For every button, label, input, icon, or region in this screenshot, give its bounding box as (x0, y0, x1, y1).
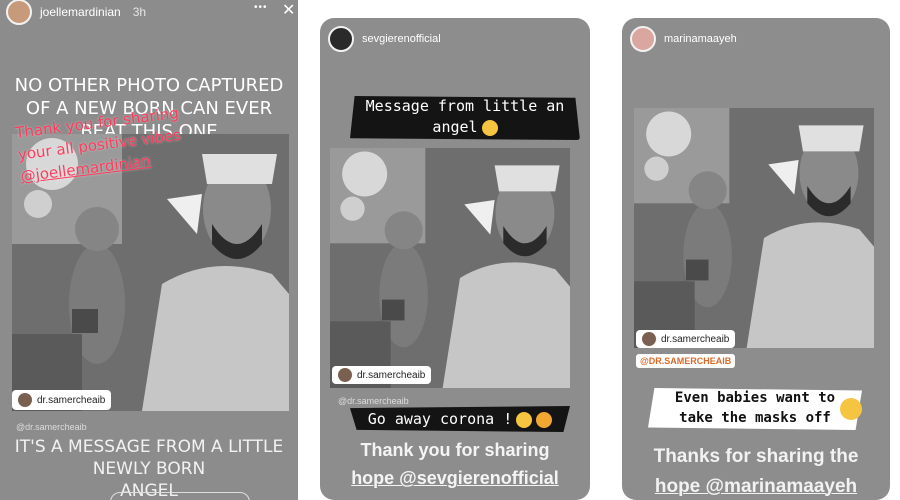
photo-image (330, 148, 570, 388)
mention-text[interactable]: @dr.samercheaib (338, 396, 409, 406)
mask-emoji-icon (840, 398, 862, 420)
photo-image (634, 108, 874, 348)
story-card: marinamaayeh dr.samercheaib @DR.SAMERCHE… (622, 18, 890, 500)
wink-emoji-icon (516, 411, 533, 428)
avatar[interactable] (6, 0, 32, 25)
caption-line: Thank you for sharing (360, 440, 550, 460)
username[interactable]: sevgierenofficial (362, 33, 441, 45)
story-panel-joellemardinian[interactable]: joellemardinian 3h ••• ✕ NO OTHER PHOTO … (0, 0, 298, 500)
caption-line: IT'S A MESSAGE FROM A LITTLE (14, 437, 284, 457)
story-header: joellemardinian 3h (6, 0, 147, 25)
story-bottom-caption: IT'S A MESSAGE FROM A LITTLE NEWLY BORN … (8, 436, 290, 500)
story-panel-sevgierenofficial[interactable]: sevgierenofficial Message from little an… (302, 0, 596, 500)
more-options-icon[interactable]: ••• (254, 2, 268, 13)
mention-text[interactable]: @dr.samercheaib (16, 422, 87, 432)
mention-badge[interactable]: @DR.SAMERCHEAIB (636, 354, 736, 368)
story-bottom-caption: Thank you for sharing hope @sevgierenoff… (320, 436, 590, 492)
reply-bar[interactable] (110, 492, 250, 500)
sticker-line: Message from little an (365, 97, 565, 115)
story-bottom-caption: Thanks for sharing the hope @marinamaaye… (622, 442, 890, 500)
tag-avatar (642, 332, 656, 346)
caption-line: Thanks for sharing the (653, 446, 859, 467)
avatar[interactable] (630, 26, 656, 52)
newborn-photo (330, 148, 570, 388)
username[interactable]: joellemardinian (40, 5, 121, 19)
doctor-tag[interactable]: dr.samercheaib (332, 366, 432, 384)
sticker-line: take the masks off (679, 410, 831, 426)
tag-avatar (338, 368, 352, 382)
story-panel-marinamaayeh[interactable]: marinamaayeh dr.samercheaib @DR.SAMERCHE… (600, 0, 900, 500)
caption-line[interactable]: hope @marinamaayeh (622, 472, 890, 500)
tag-label: dr.samercheaib (661, 333, 730, 345)
doctor-tag[interactable]: dr.samercheaib (12, 390, 112, 410)
tag-label: dr.samercheaib (37, 394, 106, 406)
tag-avatar (18, 393, 32, 407)
masks-sticker: Even babies want to take the masks off (648, 388, 862, 430)
tag-label: dr.samercheaib (357, 369, 426, 381)
story-header: marinamaayeh (630, 26, 737, 52)
story-header: sevgierenofficial (328, 26, 441, 52)
message-sticker: Message from little an angel (350, 96, 580, 140)
story-card: sevgierenofficial Message from little an… (320, 18, 590, 500)
newborn-photo (634, 108, 874, 348)
doctor-tag[interactable]: dr.samercheaib (636, 330, 736, 348)
avatar[interactable] (328, 26, 354, 52)
go-away-sticker: Go away corona ! (350, 406, 570, 432)
timestamp: 3h (132, 5, 147, 19)
angel-emoji-icon (481, 119, 498, 136)
caption-line[interactable]: hope @sevgierenofficial (320, 464, 590, 492)
close-icon[interactable]: ✕ (282, 0, 295, 20)
sticker-line: angel (350, 117, 580, 138)
username[interactable]: marinamaayeh (664, 33, 737, 45)
heart-eyes-emoji-icon (536, 411, 553, 428)
caption-line: NEWLY BORN (92, 459, 206, 479)
sticker-line: Even babies want to (674, 390, 836, 406)
